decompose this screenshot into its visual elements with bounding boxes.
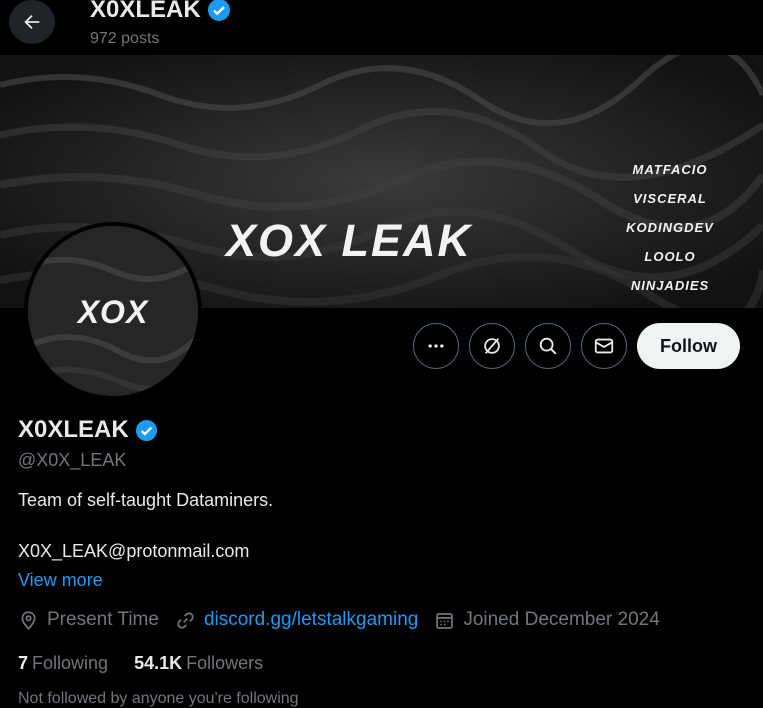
banner-member: KODINGDEV <box>626 220 714 235</box>
banner-member: NINJADIES <box>630 278 710 293</box>
follow-button[interactable]: Follow <box>637 323 740 369</box>
banner-member: MATFACIO <box>632 162 708 177</box>
envelope-icon <box>594 338 614 354</box>
back-button[interactable] <box>9 0 55 44</box>
calendar-icon <box>436 612 454 629</box>
following-link[interactable]: 7 Following <box>18 653 108 674</box>
banner-member-list: MATFACIO VISCERAL KODINGDEV LOOLO NINJAD… <box>600 155 740 308</box>
banner-member: VISCERAL <box>633 191 707 206</box>
profile-bio: Team of self-taught Dataminers. <box>18 490 274 510</box>
header-name: X0XLEAK <box>90 0 201 23</box>
profile-meta: Present Time discord.gg/letstalkgaming J… <box>18 609 676 631</box>
website-link[interactable]: discord.gg/letstalkgaming <box>204 609 418 631</box>
location-text: Present Time <box>47 609 159 630</box>
profile-name: X0XLEAK <box>18 416 129 443</box>
banner-title: XOX LEAK <box>226 215 473 266</box>
followers-count: 54.1K <box>134 653 183 673</box>
avatar-text: XOX <box>77 294 149 330</box>
banner-member: LOOLO <box>644 249 696 264</box>
follow-counts: 7 Following 54.1K Followers <box>18 653 289 674</box>
followers-label: Followers <box>186 653 264 673</box>
website-item: discord.gg/letstalkgaming <box>175 609 418 631</box>
profile-name-row: X0XLEAK <box>18 416 158 444</box>
avatar[interactable]: XOX <box>24 222 202 400</box>
header-name-row: X0XLEAK <box>90 0 231 24</box>
ellipsis-icon <box>428 344 444 348</box>
message-button[interactable] <box>581 323 627 369</box>
followers-link[interactable]: 54.1K Followers <box>134 653 263 674</box>
joined-item: Joined December 2024 <box>434 609 660 631</box>
location-pin-icon <box>21 610 36 630</box>
verified-badge-icon[interactable] <box>135 419 158 442</box>
search-icon <box>539 337 557 355</box>
header-post-count: 972 posts <box>90 30 160 47</box>
location-item: Present Time <box>18 609 159 631</box>
profile-email: X0X_LEAK@protonmail.com <box>18 541 250 561</box>
joined-text: Joined December 2024 <box>463 609 660 630</box>
link-icon <box>177 611 194 629</box>
view-more-link[interactable]: View more <box>18 570 103 591</box>
following-count: 7 <box>18 653 29 673</box>
grok-button[interactable] <box>469 323 515 369</box>
arrow-left-icon <box>24 14 40 30</box>
more-options-button[interactable] <box>413 323 459 369</box>
search-button[interactable] <box>525 323 571 369</box>
verified-badge-icon <box>207 0 230 21</box>
banner-member: FUMO <box>600 300 740 308</box>
not-followed-notice: Not followed by anyone you're following <box>18 690 299 707</box>
profile-handle: @X0X_LEAK <box>18 450 127 470</box>
grok-icon <box>484 338 500 354</box>
profile-header: X0XLEAK 972 posts <box>0 0 763 54</box>
following-label: Following <box>32 653 109 673</box>
